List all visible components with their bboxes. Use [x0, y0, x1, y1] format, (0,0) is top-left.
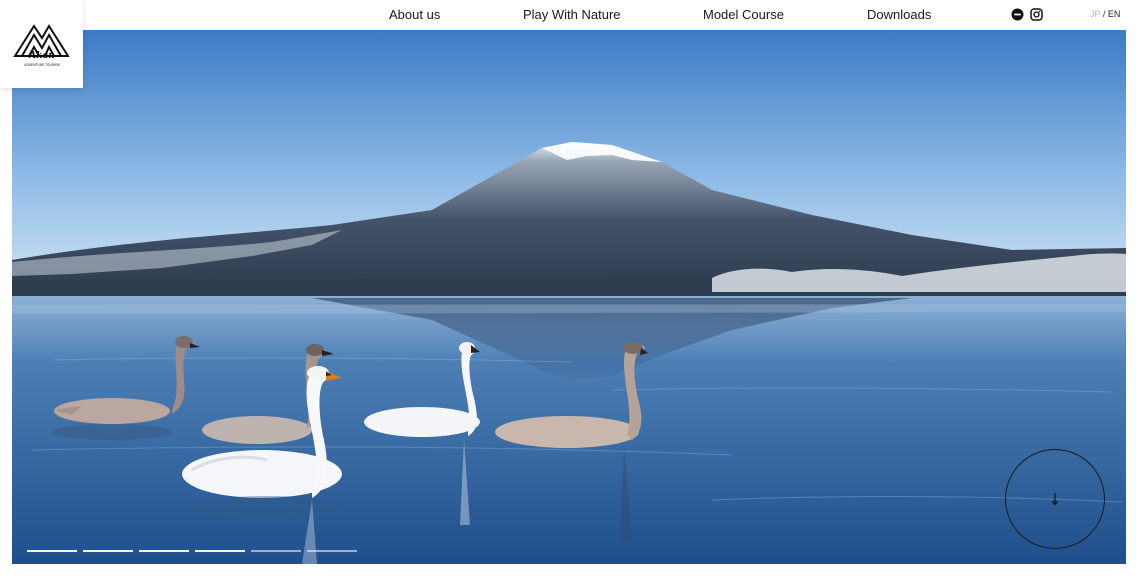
logo-mountain-mark: Akan ADVENTURE TOURISM: [12, 24, 70, 67]
scroll-down-button[interactable]: [1005, 449, 1105, 549]
logo-subtext: ADVENTURE TOURISM: [24, 63, 60, 67]
hero-image: [12, 30, 1126, 564]
slide-indicators: [27, 550, 357, 552]
slide-indicator-3[interactable]: [139, 550, 189, 552]
nav-downloads[interactable]: Downloads: [867, 7, 931, 22]
lang-separator: /: [1102, 9, 1106, 19]
arrow-down-icon: [1051, 493, 1059, 506]
lang-en[interactable]: EN: [1108, 9, 1121, 19]
nav-play-with-nature[interactable]: Play With Nature: [523, 7, 621, 22]
site-logo[interactable]: Akan ADVENTURE TOURISM: [0, 0, 83, 88]
top-nav: About us Play With Nature Model Course D…: [0, 0, 1140, 30]
slide-indicator-5[interactable]: [251, 550, 301, 552]
nav-about-us[interactable]: About us: [389, 7, 440, 22]
slide-indicator-1[interactable]: [27, 550, 77, 552]
slide-indicator-2[interactable]: [83, 550, 133, 552]
nav-model-course[interactable]: Model Course: [703, 7, 784, 22]
language-switcher: JP / EN: [1090, 9, 1120, 19]
lang-jp[interactable]: JP: [1090, 9, 1100, 19]
slide-indicator-6[interactable]: [307, 550, 357, 552]
logo-wordmark: Akan: [28, 51, 55, 61]
line-icon[interactable]: [1011, 8, 1024, 21]
slide-indicator-4[interactable]: [195, 550, 245, 552]
social-links: [1011, 8, 1043, 21]
instagram-icon[interactable]: [1030, 8, 1043, 21]
